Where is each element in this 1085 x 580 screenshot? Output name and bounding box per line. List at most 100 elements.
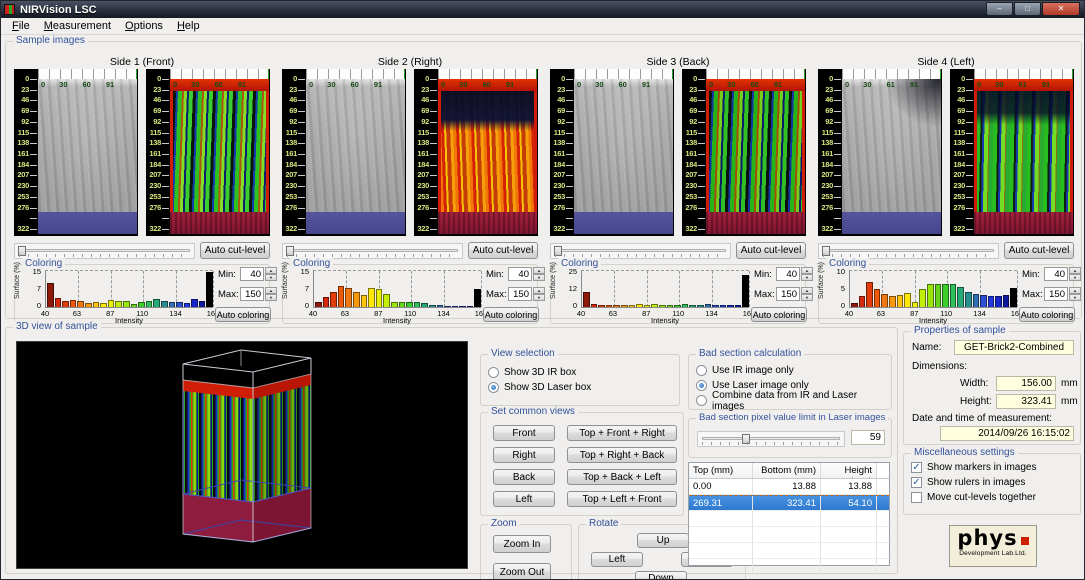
min-spinner[interactable]: ▲▼ <box>265 267 277 281</box>
cut-level-slider[interactable] <box>550 243 731 259</box>
view-left-button[interactable]: Left <box>493 491 555 507</box>
bad-section-limit-value[interactable]: 59 <box>851 430 885 445</box>
view-combo-button[interactable]: Top + Back + Left <box>567 469 677 485</box>
misc-option[interactable]: ✓Show markers in images <box>904 460 1080 475</box>
cut-level-slider[interactable] <box>14 243 195 259</box>
spinner-up-icon[interactable]: ▲ <box>533 267 545 274</box>
misc-option[interactable]: ✓Show rulers in images <box>904 475 1080 490</box>
auto-coloring-button[interactable]: Auto coloring <box>751 307 807 322</box>
min-field[interactable]: 40 <box>240 267 264 281</box>
ir-image[interactable]: 0306191 <box>842 79 941 234</box>
radio-icon[interactable] <box>696 395 707 406</box>
view-combo-button[interactable]: Top + Right + Back <box>567 447 677 463</box>
auto-coloring-button[interactable]: Auto coloring <box>1019 307 1075 322</box>
min-spinner[interactable]: ▲▼ <box>533 267 545 281</box>
bad-section-limit-slider[interactable] <box>697 431 845 447</box>
min-spinner[interactable]: ▲▼ <box>1069 267 1081 281</box>
maximize-button[interactable]: □ <box>1014 2 1041 16</box>
cut-level-slider[interactable] <box>818 243 999 259</box>
max-field[interactable]: 150 <box>1044 287 1068 301</box>
spinner-down-icon[interactable]: ▼ <box>533 294 545 301</box>
spinner-down-icon[interactable]: ▼ <box>1069 294 1081 301</box>
auto-cut-level-button[interactable]: Auto cut-level <box>468 242 538 259</box>
laser-image[interactable]: 0306091 <box>170 79 269 234</box>
bad-section-option[interactable]: Combine data from IR and Laser images <box>689 393 891 408</box>
minimize-button[interactable]: – <box>986 2 1013 16</box>
checkbox-icon[interactable]: ✓ <box>911 477 922 488</box>
misc-option[interactable]: Move cut-levels together <box>904 490 1080 505</box>
ir-image[interactable]: 0306091 <box>306 79 405 234</box>
table-row[interactable]: 269.31323.4154.10 <box>689 495 889 511</box>
rotate-up-button[interactable]: Up <box>637 533 689 548</box>
checkbox-icon[interactable]: ✓ <box>911 462 922 473</box>
spinner-up-icon[interactable]: ▲ <box>265 267 277 274</box>
name-field[interactable]: GET-Brick2-Combined <box>954 340 1074 355</box>
auto-cut-level-button[interactable]: Auto cut-level <box>736 242 806 259</box>
laser-image[interactable]: 0306091 <box>706 79 805 234</box>
spinner-up-icon[interactable]: ▲ <box>533 287 545 294</box>
laser-image[interactable]: 0306091 <box>438 79 537 234</box>
table-header-cell[interactable]: Height (mm) <box>821 463 877 478</box>
table-header-cell[interactable]: Top (mm) <box>689 463 753 478</box>
view-selection-option[interactable]: Show 3D Laser box <box>481 380 679 395</box>
spinner-up-icon[interactable]: ▲ <box>1069 267 1081 274</box>
radio-icon[interactable] <box>488 382 499 393</box>
max-spinner[interactable]: ▲▼ <box>1069 287 1081 301</box>
radio-icon[interactable] <box>696 380 707 391</box>
menu-file[interactable]: File <box>5 19 37 33</box>
spinner-down-icon[interactable]: ▼ <box>801 274 813 281</box>
bad-section-option[interactable]: Use IR image only <box>689 363 891 378</box>
view-combo-button[interactable]: Top + Left + Front <box>567 491 677 507</box>
radio-icon[interactable] <box>696 365 707 376</box>
zoom-out-button[interactable]: Zoom Out <box>493 563 551 580</box>
checkbox-icon[interactable] <box>911 492 922 503</box>
date-field[interactable]: 2014/09/26 16:15:02 <box>940 426 1074 441</box>
auto-coloring-button[interactable]: Auto coloring <box>215 307 271 322</box>
zoom-in-button[interactable]: Zoom In <box>493 535 551 553</box>
bad-sections-table[interactable]: Top (mm)Bottom (mm)Height (mm)0.0013.881… <box>688 462 890 566</box>
view-right-button[interactable]: Right <box>493 447 555 463</box>
rotate-down-button[interactable]: Down <box>635 571 687 580</box>
menu-help[interactable]: Help <box>170 19 207 33</box>
spinner-up-icon[interactable]: ▲ <box>801 287 813 294</box>
spinner-up-icon[interactable]: ▲ <box>1069 287 1081 294</box>
max-spinner[interactable]: ▲▼ <box>801 287 813 301</box>
min-field[interactable]: 40 <box>1044 267 1068 281</box>
spinner-down-icon[interactable]: ▼ <box>265 294 277 301</box>
auto-cut-level-button[interactable]: Auto cut-level <box>200 242 270 259</box>
width-field[interactable]: 156.00 <box>996 376 1056 391</box>
3d-sample-render[interactable] <box>16 341 468 569</box>
max-spinner[interactable]: ▲▼ <box>265 287 277 301</box>
rotate-left-button[interactable]: Left <box>591 552 643 567</box>
menu-options[interactable]: Options <box>118 19 170 33</box>
height-field[interactable]: 323.41 <box>996 394 1056 409</box>
min-field[interactable]: 40 <box>508 267 532 281</box>
view-selection-option[interactable]: Show 3D IR box <box>481 365 679 380</box>
max-field[interactable]: 150 <box>776 287 800 301</box>
ir-image[interactable]: 0306091 <box>38 79 137 234</box>
min-spinner[interactable]: ▲▼ <box>801 267 813 281</box>
table-header-cell[interactable]: Bottom (mm) <box>753 463 821 478</box>
spinner-down-icon[interactable]: ▼ <box>265 274 277 281</box>
close-button[interactable]: ✕ <box>1042 2 1080 16</box>
spinner-up-icon[interactable]: ▲ <box>801 267 813 274</box>
ir-image[interactable]: 0306091 <box>574 79 673 234</box>
max-field[interactable]: 150 <box>508 287 532 301</box>
spinner-down-icon[interactable]: ▼ <box>801 294 813 301</box>
view-back-button[interactable]: Back <box>493 469 555 485</box>
view-combo-button[interactable]: Top + Front + Right <box>567 425 677 441</box>
min-field[interactable]: 40 <box>776 267 800 281</box>
auto-coloring-button[interactable]: Auto coloring <box>483 307 539 322</box>
spinner-up-icon[interactable]: ▲ <box>265 287 277 294</box>
title-bar[interactable]: NIRVision LSC – □ ✕ <box>1 1 1084 18</box>
table-row[interactable]: 0.0013.8813.88 <box>689 479 889 495</box>
max-spinner[interactable]: ▲▼ <box>533 287 545 301</box>
spinner-down-icon[interactable]: ▼ <box>533 274 545 281</box>
view-front-button[interactable]: Front <box>493 425 555 441</box>
max-field[interactable]: 150 <box>240 287 264 301</box>
menu-measurement[interactable]: Measurement <box>37 19 118 33</box>
auto-cut-level-button[interactable]: Auto cut-level <box>1004 242 1074 259</box>
spinner-down-icon[interactable]: ▼ <box>1069 274 1081 281</box>
radio-icon[interactable] <box>488 367 499 378</box>
laser-image[interactable]: 0306191 <box>974 79 1073 234</box>
